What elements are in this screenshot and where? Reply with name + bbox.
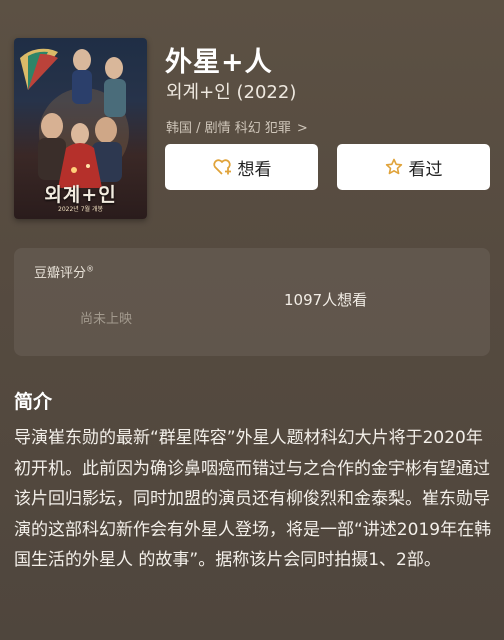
- heart-plus-icon: [212, 159, 231, 175]
- star-icon: [385, 158, 402, 175]
- intro-text: 导演崔东勋的最新“群星阵容”外星人题材科幻大片将于2020年初开机。此前因为确诊…: [14, 428, 492, 570]
- want-to-watch-count: 1097人想看: [284, 291, 368, 309]
- douban-rating-card[interactable]: 豆瓣评分® 尚未上映 1097人想看: [14, 248, 490, 356]
- rating-label: 豆瓣评分®: [34, 262, 94, 281]
- rating-label-text: 豆瓣评分: [34, 266, 87, 281]
- intro-heading: 简介: [14, 391, 53, 413]
- watched-label: 看过: [408, 159, 443, 180]
- want-to-watch-label: 想看: [237, 159, 272, 180]
- original-title: 외계+인 (2022): [166, 82, 297, 103]
- poster-release-date: 2022년 7월 개봉: [58, 206, 103, 213]
- watched-button[interactable]: 看过: [337, 144, 490, 190]
- movie-meta-text: 韩国 / 剧情 科幻 犯罪: [166, 121, 291, 136]
- want-to-watch-button[interactable]: 想看: [165, 144, 318, 190]
- movie-poster[interactable]: 외계+인 2022년 7월 개봉: [14, 38, 147, 219]
- movie-meta-link[interactable]: 韩国 / 剧情 科幻 犯罪 >: [166, 117, 308, 136]
- movie-title: 外星+人: [165, 47, 273, 78]
- poster-title: 외계+인: [44, 184, 117, 206]
- chevron-right-icon: >: [296, 121, 308, 136]
- not-released-text: 尚未上映: [80, 312, 133, 327]
- registered-mark: ®: [86, 264, 95, 274]
